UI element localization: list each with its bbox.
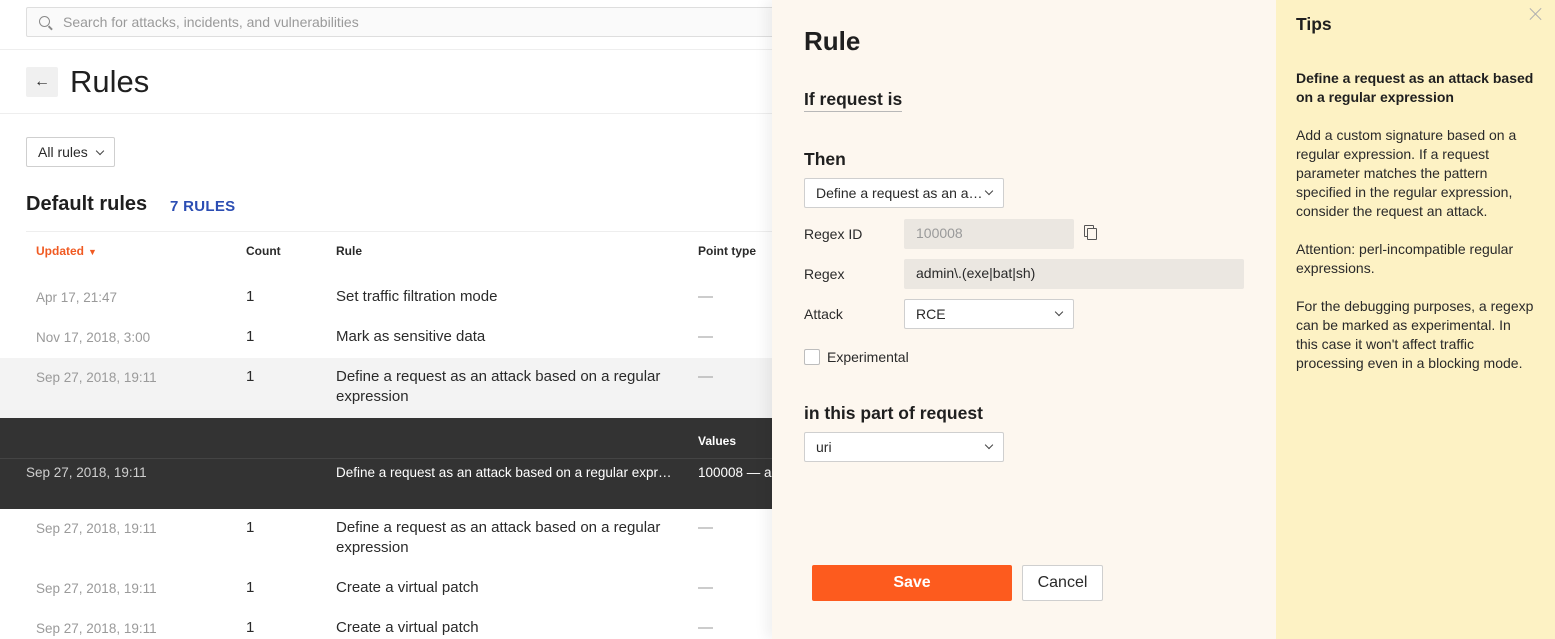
tips-paragraph: For the debugging purposes, a regexp can… — [1296, 298, 1534, 371]
chevron-down-icon — [984, 186, 994, 196]
detail-date: Sep 27, 2018, 19:11 — [26, 465, 147, 480]
close-icon[interactable] — [1528, 6, 1544, 22]
row-rule: Define a request as an attack based on a… — [336, 519, 661, 556]
request-part-value: uri — [816, 439, 832, 455]
row-count: 1 — [246, 619, 255, 636]
row-rule: Create a virtual patch — [336, 619, 479, 636]
divider — [0, 49, 772, 50]
filter-value: All rules — [38, 144, 88, 160]
row-rule: Set traffic filtration mode — [336, 288, 498, 305]
detail-rule[interactable]: Define a request as an attack based on a… — [336, 465, 681, 480]
experimental-label[interactable]: Experimental — [827, 349, 909, 365]
app-root: ← Rules All rules Default rules 7 RULES … — [0, 0, 1555, 639]
page-title: Rules — [70, 64, 150, 99]
expanded-rule-details: Values Sep 27, 2018, 19:11 Define a requ… — [0, 418, 772, 509]
search-icon — [39, 16, 50, 27]
experimental-checkbox[interactable] — [804, 349, 820, 365]
row-date: Sep 27, 2018, 19:11 — [36, 581, 157, 596]
drawer-title: Rule — [804, 26, 861, 56]
if-request-condition-link[interactable]: If request is — [804, 89, 903, 112]
row-rule: Define a request as an attack based on a… — [336, 368, 661, 405]
attack-label: Attack — [804, 306, 843, 322]
request-part-heading: in this part of request — [804, 403, 983, 423]
attack-select[interactable]: RCE — [904, 299, 1074, 329]
row-date: Sep 27, 2018, 19:11 — [36, 621, 157, 636]
column-header-updated[interactable]: Updated ▼ — [36, 244, 97, 258]
rules-filter-select[interactable]: All rules — [26, 137, 115, 167]
action-select[interactable]: Define a request as an a… — [804, 178, 1004, 208]
table-row-selected[interactable]: Sep 27, 2018, 19:11 1 Define a request a… — [0, 358, 772, 418]
arrow-left-icon: ← — [34, 73, 50, 90]
chevron-down-icon — [984, 440, 994, 450]
column-label: Updated — [36, 244, 84, 258]
divider — [0, 458, 772, 459]
row-count: 1 — [246, 368, 255, 385]
row-point-type: — — [698, 519, 713, 536]
row-point-type: — — [698, 288, 713, 305]
row-point-type: — — [698, 328, 713, 345]
back-button[interactable]: ← — [26, 67, 58, 97]
table-row[interactable]: Sep 27, 2018, 19:11 1 Create a virtual p… — [0, 609, 772, 639]
divider — [0, 113, 772, 114]
row-point-type: — — [698, 619, 713, 636]
attack-select-value: RCE — [916, 306, 946, 322]
then-heading: Then — [804, 149, 846, 169]
row-date: Nov 17, 2018, 3:00 — [36, 330, 151, 345]
detail-value: 100008 — ad — [698, 465, 772, 480]
save-button[interactable]: Save — [812, 565, 1012, 601]
regex-id-field: 100008 — [904, 219, 1074, 249]
row-point-type: — — [698, 368, 713, 385]
chevron-down-icon — [1054, 307, 1064, 317]
request-part-select[interactable]: uri — [804, 432, 1004, 462]
table-row[interactable]: Apr 17, 21:47 1 Set traffic filtration m… — [0, 278, 772, 318]
regex-label: Regex — [804, 266, 845, 282]
row-date: Apr 17, 21:47 — [36, 290, 118, 305]
action-select-value: Define a request as an a… — [816, 185, 983, 201]
tips-paragraph: Add a custom signature based on a regula… — [1296, 127, 1517, 219]
row-count: 1 — [246, 579, 255, 596]
global-search[interactable] — [26, 7, 796, 37]
tips-paragraph: Attention: perl-incompatible regular exp… — [1296, 241, 1514, 276]
values-header: Values — [698, 434, 737, 448]
table-row[interactable]: Sep 27, 2018, 19:11 1 Create a virtual p… — [0, 569, 772, 609]
regex-id-label: Regex ID — [804, 226, 863, 242]
row-count: 1 — [246, 288, 255, 305]
copy-icon[interactable] — [1084, 225, 1097, 240]
row-rule: Create a virtual patch — [336, 579, 479, 596]
tips-heading: Define a request as an attack based on a… — [1296, 70, 1534, 105]
tips-title: Tips — [1296, 14, 1332, 34]
row-rule: Mark as sensitive data — [336, 328, 486, 345]
table-row[interactable]: Nov 17, 2018, 3:00 1 Mark as sensitive d… — [0, 318, 772, 358]
table-row[interactable]: Sep 27, 2018, 19:11 1 Define a request a… — [0, 509, 772, 569]
column-header-count[interactable]: Count — [246, 244, 281, 258]
search-input[interactable] — [63, 8, 763, 36]
column-header-rule[interactable]: Rule — [336, 244, 362, 258]
rules-count-link[interactable]: 7 RULES — [170, 198, 235, 215]
divider — [26, 231, 772, 232]
chevron-down-icon — [95, 146, 105, 156]
column-header-point-type[interactable]: Point type — [698, 244, 756, 258]
rule-editor-drawer: Rule If request is Then Define a request… — [772, 0, 1276, 639]
section-title: Default rules — [26, 193, 148, 215]
sort-desc-icon: ▼ — [88, 247, 97, 257]
row-count: 1 — [246, 519, 255, 536]
row-date: Sep 27, 2018, 19:11 — [36, 521, 157, 536]
row-count: 1 — [246, 328, 255, 345]
regex-input[interactable]: admin\.(exe|bat|sh) — [904, 259, 1244, 289]
row-point-type: — — [698, 579, 713, 596]
rules-page: ← Rules All rules Default rules 7 RULES … — [0, 0, 796, 639]
row-date: Sep 27, 2018, 19:11 — [36, 370, 157, 385]
tips-panel: Tips Define a request as an attack based… — [1276, 0, 1555, 639]
cancel-button[interactable]: Cancel — [1022, 565, 1103, 601]
